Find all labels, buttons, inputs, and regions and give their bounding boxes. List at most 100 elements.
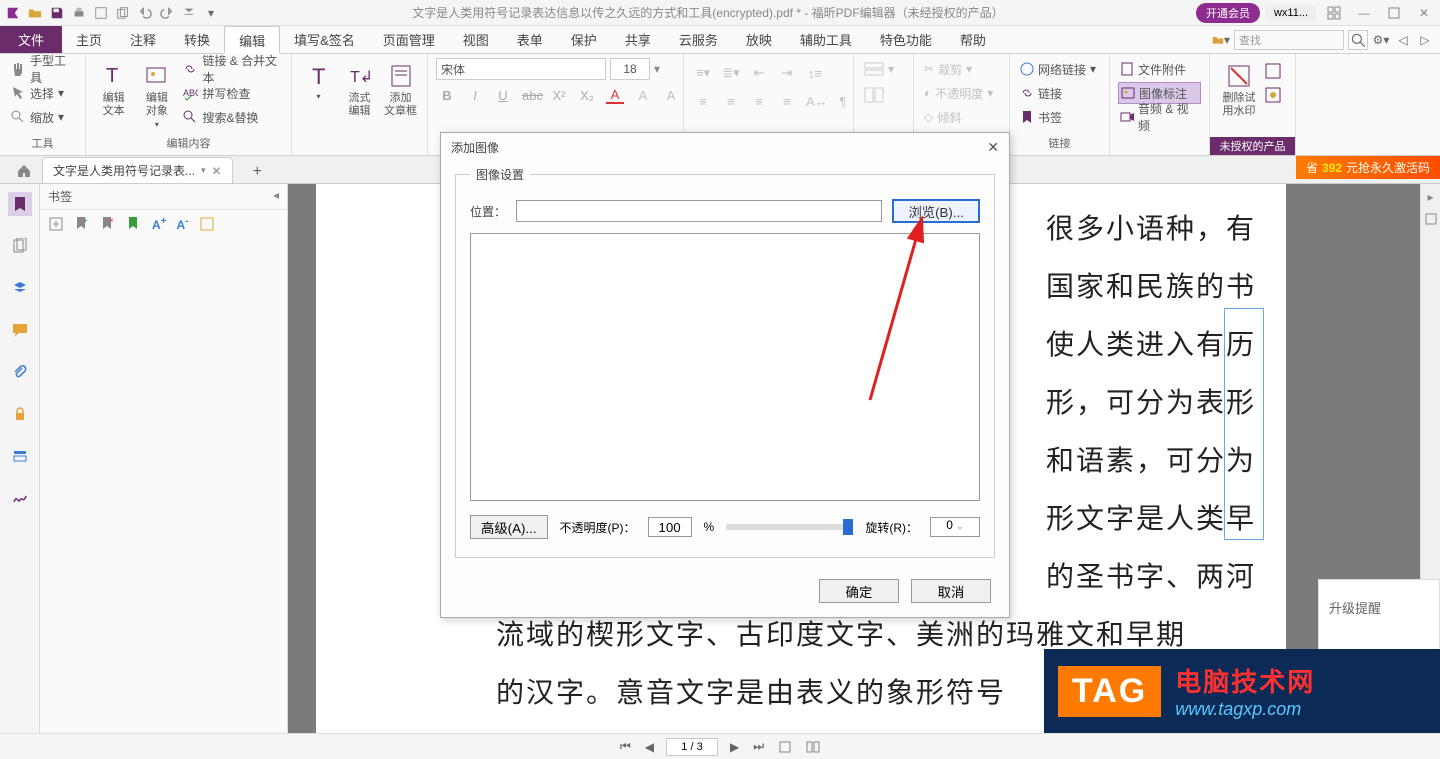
reflow-edit-btn[interactable]: T↲流式 编辑 xyxy=(341,58,378,122)
nav-fields-icon[interactable] xyxy=(8,444,32,468)
edit-object-btn[interactable]: 编辑 对象▾ xyxy=(137,58,176,133)
strike-btn[interactable]: abc xyxy=(522,88,540,103)
menu-feature[interactable]: 特色功能 xyxy=(866,26,946,53)
sb-view2-icon[interactable] xyxy=(804,740,822,754)
cancel-button[interactable]: 取消 xyxy=(911,579,991,603)
subscript-btn[interactable]: X₂ xyxy=(578,88,596,103)
page-prev-icon[interactable]: ◀ xyxy=(643,740,656,754)
bookmarks-collapse-icon[interactable]: ◂ xyxy=(273,188,279,205)
menu-protect[interactable]: 保护 xyxy=(557,26,611,53)
link-btn[interactable]: 链接 xyxy=(1018,82,1098,104)
underline-btn[interactable]: U xyxy=(494,88,512,103)
menu-share[interactable]: 共享 xyxy=(611,26,665,53)
menu-file[interactable]: 文件 xyxy=(0,26,62,53)
qat-icon-2[interactable] xyxy=(114,4,132,22)
bm-tool-del-icon[interactable]: × xyxy=(100,216,116,232)
advanced-button[interactable]: 高级(A)... xyxy=(470,515,548,539)
font-grow-btn[interactable]: A xyxy=(634,88,652,103)
page-next-icon[interactable]: ▶ xyxy=(728,740,741,754)
rotate-select[interactable]: 0 ⌄ xyxy=(930,517,980,537)
opacity-input[interactable] xyxy=(648,517,692,537)
tab-add-button[interactable]: + xyxy=(245,161,270,183)
page-last-icon[interactable]: ⏭ xyxy=(751,739,766,754)
menu-form[interactable]: 表单 xyxy=(503,26,557,53)
bm-tool-more-icon[interactable] xyxy=(199,216,215,232)
close-icon[interactable]: ✕ xyxy=(1412,3,1436,23)
file-attach-btn[interactable]: 文件附件 xyxy=(1118,58,1201,80)
list-bullet-icon[interactable]: ≡▾ xyxy=(694,65,712,81)
nav-layers-icon[interactable] xyxy=(8,276,32,300)
indent-dec-icon[interactable]: ⇤ xyxy=(750,65,768,81)
nav-bookmarks-icon[interactable] xyxy=(8,192,32,216)
tab-dropdown-icon[interactable]: ▾ xyxy=(201,165,206,176)
align-center-icon[interactable]: ≡ xyxy=(722,94,740,109)
open-icon[interactable] xyxy=(26,4,44,22)
menu-home[interactable]: 主页 xyxy=(62,26,116,53)
search-replace-btn[interactable]: 搜索&替换 xyxy=(180,106,283,128)
add-text-btn[interactable]: T▾ xyxy=(300,58,337,105)
ribbon-min-icon[interactable] xyxy=(1322,3,1346,23)
menu-a11y[interactable]: 辅助工具 xyxy=(786,26,866,53)
maximize-icon[interactable] xyxy=(1382,3,1406,23)
text-dir-icon[interactable]: ¶ xyxy=(834,94,852,109)
add-article-btn[interactable]: 添加 文章框 xyxy=(382,58,419,122)
dialog-close-icon[interactable]: ✕ xyxy=(987,139,999,156)
menu-fill-sign[interactable]: 填写&签名 xyxy=(280,26,369,53)
print-icon[interactable] xyxy=(70,4,88,22)
menu-annotate[interactable]: 注释 xyxy=(116,26,170,53)
align-justify-icon[interactable]: ≡ xyxy=(778,94,796,109)
superscript-btn[interactable]: X² xyxy=(550,88,568,103)
menu-view[interactable]: 视图 xyxy=(449,26,503,53)
hand-tool[interactable]: 手型工具 xyxy=(8,58,77,80)
page-number-input[interactable] xyxy=(666,738,718,756)
settings-icon[interactable]: ⚙▾ xyxy=(1372,31,1390,49)
menu-present[interactable]: 放映 xyxy=(732,26,786,53)
protect-icon-1[interactable] xyxy=(1264,62,1282,80)
minimize-icon[interactable]: — xyxy=(1352,3,1376,23)
menu-help[interactable]: 帮助 xyxy=(946,26,1000,53)
redo-icon[interactable] xyxy=(158,4,176,22)
italic-btn[interactable]: I xyxy=(466,88,484,103)
opacity-btn[interactable]: ◐ 不透明度▾ xyxy=(922,82,995,104)
list-number-icon[interactable]: ≣▾ xyxy=(722,65,740,81)
line-spacing-icon[interactable]: ↕≡ xyxy=(806,66,824,81)
align-left-icon[interactable]: ≡ xyxy=(694,94,712,109)
menu-edit[interactable]: 编辑 xyxy=(224,26,280,54)
document-tab[interactable]: 文字是人类用符号记录表... ▾ ✕ xyxy=(42,157,233,183)
bold-btn[interactable]: B xyxy=(438,88,456,103)
font-family-select[interactable]: 宋体 xyxy=(436,58,606,80)
spellcheck-btn[interactable]: ABC拼写检查 xyxy=(180,82,283,104)
font-size-dropdown-icon[interactable]: ▾ xyxy=(654,62,660,76)
menubar-folder-icon[interactable]: ▾ xyxy=(1212,31,1230,49)
tab-home-icon[interactable] xyxy=(12,159,36,183)
promo-banner[interactable]: 省392元抢永久激活码 xyxy=(1296,156,1440,179)
tilt-btn[interactable]: ◇ 倾斜 xyxy=(922,106,995,128)
rightbar-tool-icon[interactable] xyxy=(1424,212,1438,226)
bm-tool-nav-icon[interactable] xyxy=(126,216,142,232)
menu-convert[interactable]: 转换 xyxy=(170,26,224,53)
browse-button[interactable]: 浏览(B)... xyxy=(892,199,980,223)
protect-icon-2[interactable] xyxy=(1264,86,1282,104)
member-button[interactable]: 开通会员 xyxy=(1196,3,1260,23)
nav-signatures-icon[interactable] xyxy=(8,486,32,510)
opacity-slider[interactable] xyxy=(726,524,853,530)
link-merge-btn[interactable]: 链接 & 合并文本 xyxy=(180,58,283,80)
search-button[interactable] xyxy=(1348,30,1368,50)
page-first-icon[interactable]: ⏮ xyxy=(618,739,633,754)
qat-icon-1[interactable] xyxy=(92,4,110,22)
align-right-icon[interactable]: ≡ xyxy=(750,94,768,109)
ok-button[interactable]: 确定 xyxy=(819,579,899,603)
remove-watermark-btn[interactable]: 删除试 用水印 xyxy=(1218,58,1260,122)
menu-page-manage[interactable]: 页面管理 xyxy=(369,26,449,53)
tab-close-icon[interactable]: ✕ xyxy=(212,164,222,178)
qat-more-icon[interactable]: ▾ xyxy=(202,4,220,22)
slider-thumb[interactable] xyxy=(843,519,853,535)
location-input[interactable] xyxy=(516,200,882,222)
menu-cloud[interactable]: 云服务 xyxy=(665,26,732,53)
bookmark-btn[interactable]: 书签 xyxy=(1018,106,1098,128)
web-link-btn[interactable]: 网络链接▾ xyxy=(1018,58,1098,80)
nav-pages-icon[interactable] xyxy=(8,234,32,258)
undo-icon[interactable] xyxy=(136,4,154,22)
nav-next-icon[interactable]: ▷ xyxy=(1416,31,1434,49)
nav-security-icon[interactable] xyxy=(8,402,32,426)
